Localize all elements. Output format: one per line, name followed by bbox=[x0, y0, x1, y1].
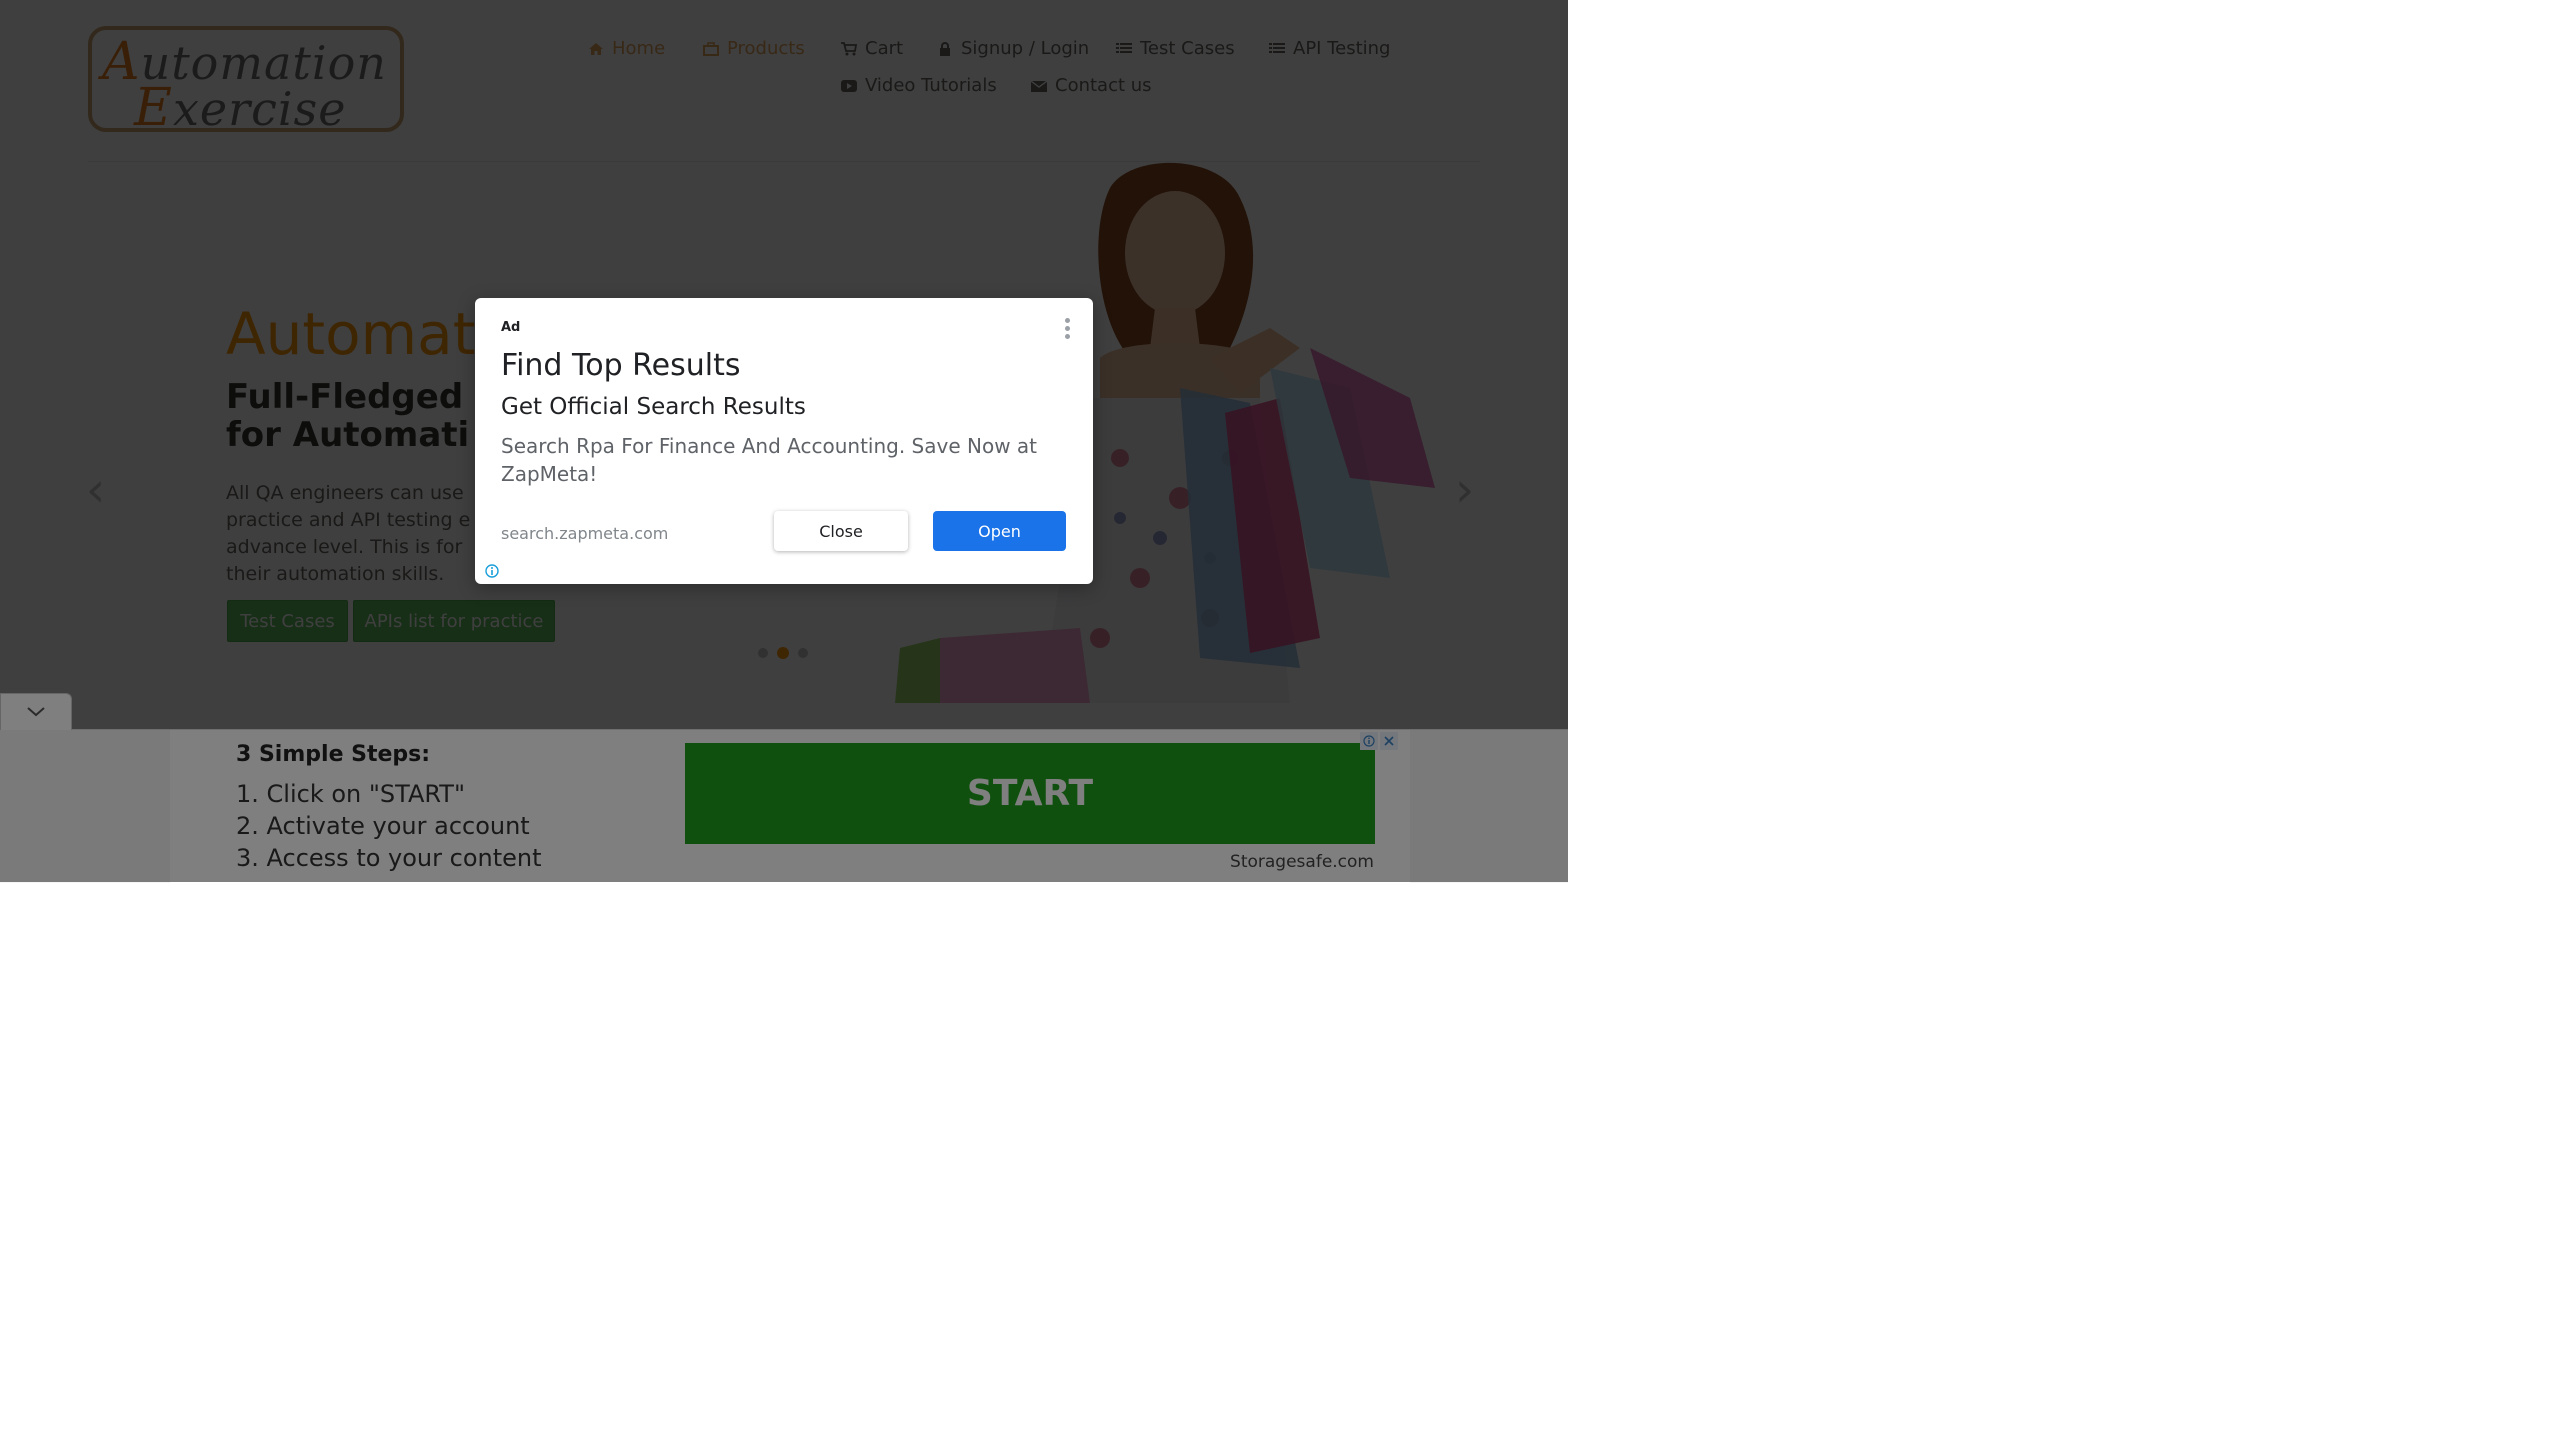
ad-title[interactable]: Find Top Results bbox=[501, 348, 741, 383]
step-item: 1. Click on "START" bbox=[236, 780, 465, 808]
adchoices-close-icon[interactable] bbox=[1380, 732, 1398, 750]
step-item: 3. Access to your content bbox=[236, 844, 542, 872]
start-button[interactable]: START bbox=[685, 743, 1375, 844]
page: Automation Exercise Home Products Cart S… bbox=[0, 0, 1568, 883]
ad-close-button[interactable]: Close bbox=[774, 511, 908, 551]
info-icon[interactable] bbox=[485, 564, 499, 578]
ad-url[interactable]: search.zapmeta.com bbox=[501, 524, 668, 543]
sponsor-domain[interactable]: Storagesafe.com bbox=[1230, 852, 1374, 872]
bottom-ad[interactable]: 3 Simple Steps: 1. Click on "START" 2. A… bbox=[170, 730, 1410, 883]
adchoices[interactable] bbox=[1360, 732, 1398, 750]
ad-modal: Ad Find Top Results Get Official Search … bbox=[475, 298, 1093, 584]
step-item: 2. Activate your account bbox=[236, 812, 530, 840]
ad-description[interactable]: Search Rpa For Finance And Accounting. S… bbox=[501, 432, 1071, 488]
adchoices-info-icon[interactable] bbox=[1360, 732, 1378, 750]
bottom-ad-bar: 3 Simple Steps: 1. Click on "START" 2. A… bbox=[0, 729, 1568, 883]
steps-title: 3 Simple Steps: bbox=[236, 742, 431, 767]
chevron-down-icon bbox=[27, 707, 45, 717]
collapse-ad-tab[interactable] bbox=[0, 693, 72, 730]
ad-subtitle[interactable]: Get Official Search Results bbox=[501, 394, 806, 420]
more-options-icon[interactable] bbox=[1065, 318, 1071, 342]
ad-open-button[interactable]: Open bbox=[933, 511, 1066, 551]
ad-label: Ad bbox=[501, 320, 521, 335]
